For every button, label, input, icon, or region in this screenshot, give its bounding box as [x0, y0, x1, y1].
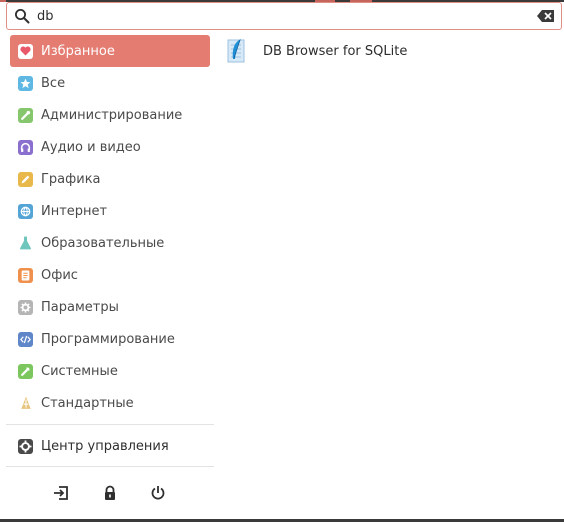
sqlite-feather-icon [227, 39, 245, 63]
category-label: Офис [41, 267, 78, 283]
lock-icon [105, 485, 115, 500]
admin-icon [18, 107, 33, 123]
category-accessories[interactable]: Стандартные [10, 387, 210, 419]
category-label: Программирование [41, 331, 175, 347]
search-input[interactable] [37, 6, 517, 26]
category-label: Все [41, 75, 66, 91]
category-sidebar: Избранное Все Администрирование Аудио и … [6, 34, 214, 518]
accessories-icon [18, 395, 33, 411]
search-box[interactable] [6, 2, 562, 30]
category-label: Администрирование [41, 107, 183, 123]
result-label: DB Browser for SQLite [263, 43, 408, 59]
category-label: Стандартные [41, 395, 134, 411]
category-label: Аудио и видео [41, 139, 141, 155]
clear-search-icon[interactable] [537, 9, 555, 23]
lock-button[interactable] [98, 481, 122, 505]
category-label: Интернет [41, 203, 108, 219]
category-internet[interactable]: Интернет [10, 195, 210, 227]
document-icon [18, 267, 33, 283]
category-label: Системные [41, 363, 118, 379]
star-icon [18, 75, 33, 91]
logout-icon [54, 486, 68, 500]
system-icon [18, 363, 33, 379]
power-button[interactable] [146, 481, 170, 505]
category-settings[interactable]: Параметры [10, 291, 210, 323]
category-label: Параметры [41, 299, 119, 315]
control-center-item[interactable]: Центр управления [10, 431, 210, 461]
category-administration[interactable]: Администрирование [10, 99, 210, 131]
divider [6, 466, 214, 467]
category-education[interactable]: Образовательные [10, 227, 210, 259]
category-favorites[interactable]: Избранное [10, 35, 210, 67]
heart-icon [18, 43, 33, 59]
pencil-icon [18, 171, 33, 187]
globe-icon [18, 203, 33, 219]
power-icon [151, 486, 165, 500]
category-system[interactable]: Системные [10, 355, 210, 387]
control-center-label: Центр управления [41, 438, 169, 454]
category-programming[interactable]: Программирование [10, 323, 210, 355]
flask-icon [18, 235, 33, 251]
logout-button[interactable] [49, 481, 73, 505]
gear-icon [18, 299, 33, 315]
category-label: Образовательные [41, 235, 165, 251]
category-label: Избранное [41, 43, 115, 59]
panel-accent-left [0, 0, 6, 2]
search-result-db-browser[interactable]: DB Browser for SQLite [220, 34, 560, 68]
category-office[interactable]: Офис [10, 259, 210, 291]
headphones-icon [18, 139, 33, 155]
category-label: Графика [41, 171, 101, 187]
category-graphics[interactable]: Графика [10, 163, 210, 195]
search-icon [15, 9, 30, 24]
code-icon [18, 331, 33, 347]
category-audio-video[interactable]: Аудио и видео [10, 131, 210, 163]
gear-icon [18, 438, 33, 454]
category-all[interactable]: Все [10, 67, 210, 99]
divider [6, 424, 214, 425]
